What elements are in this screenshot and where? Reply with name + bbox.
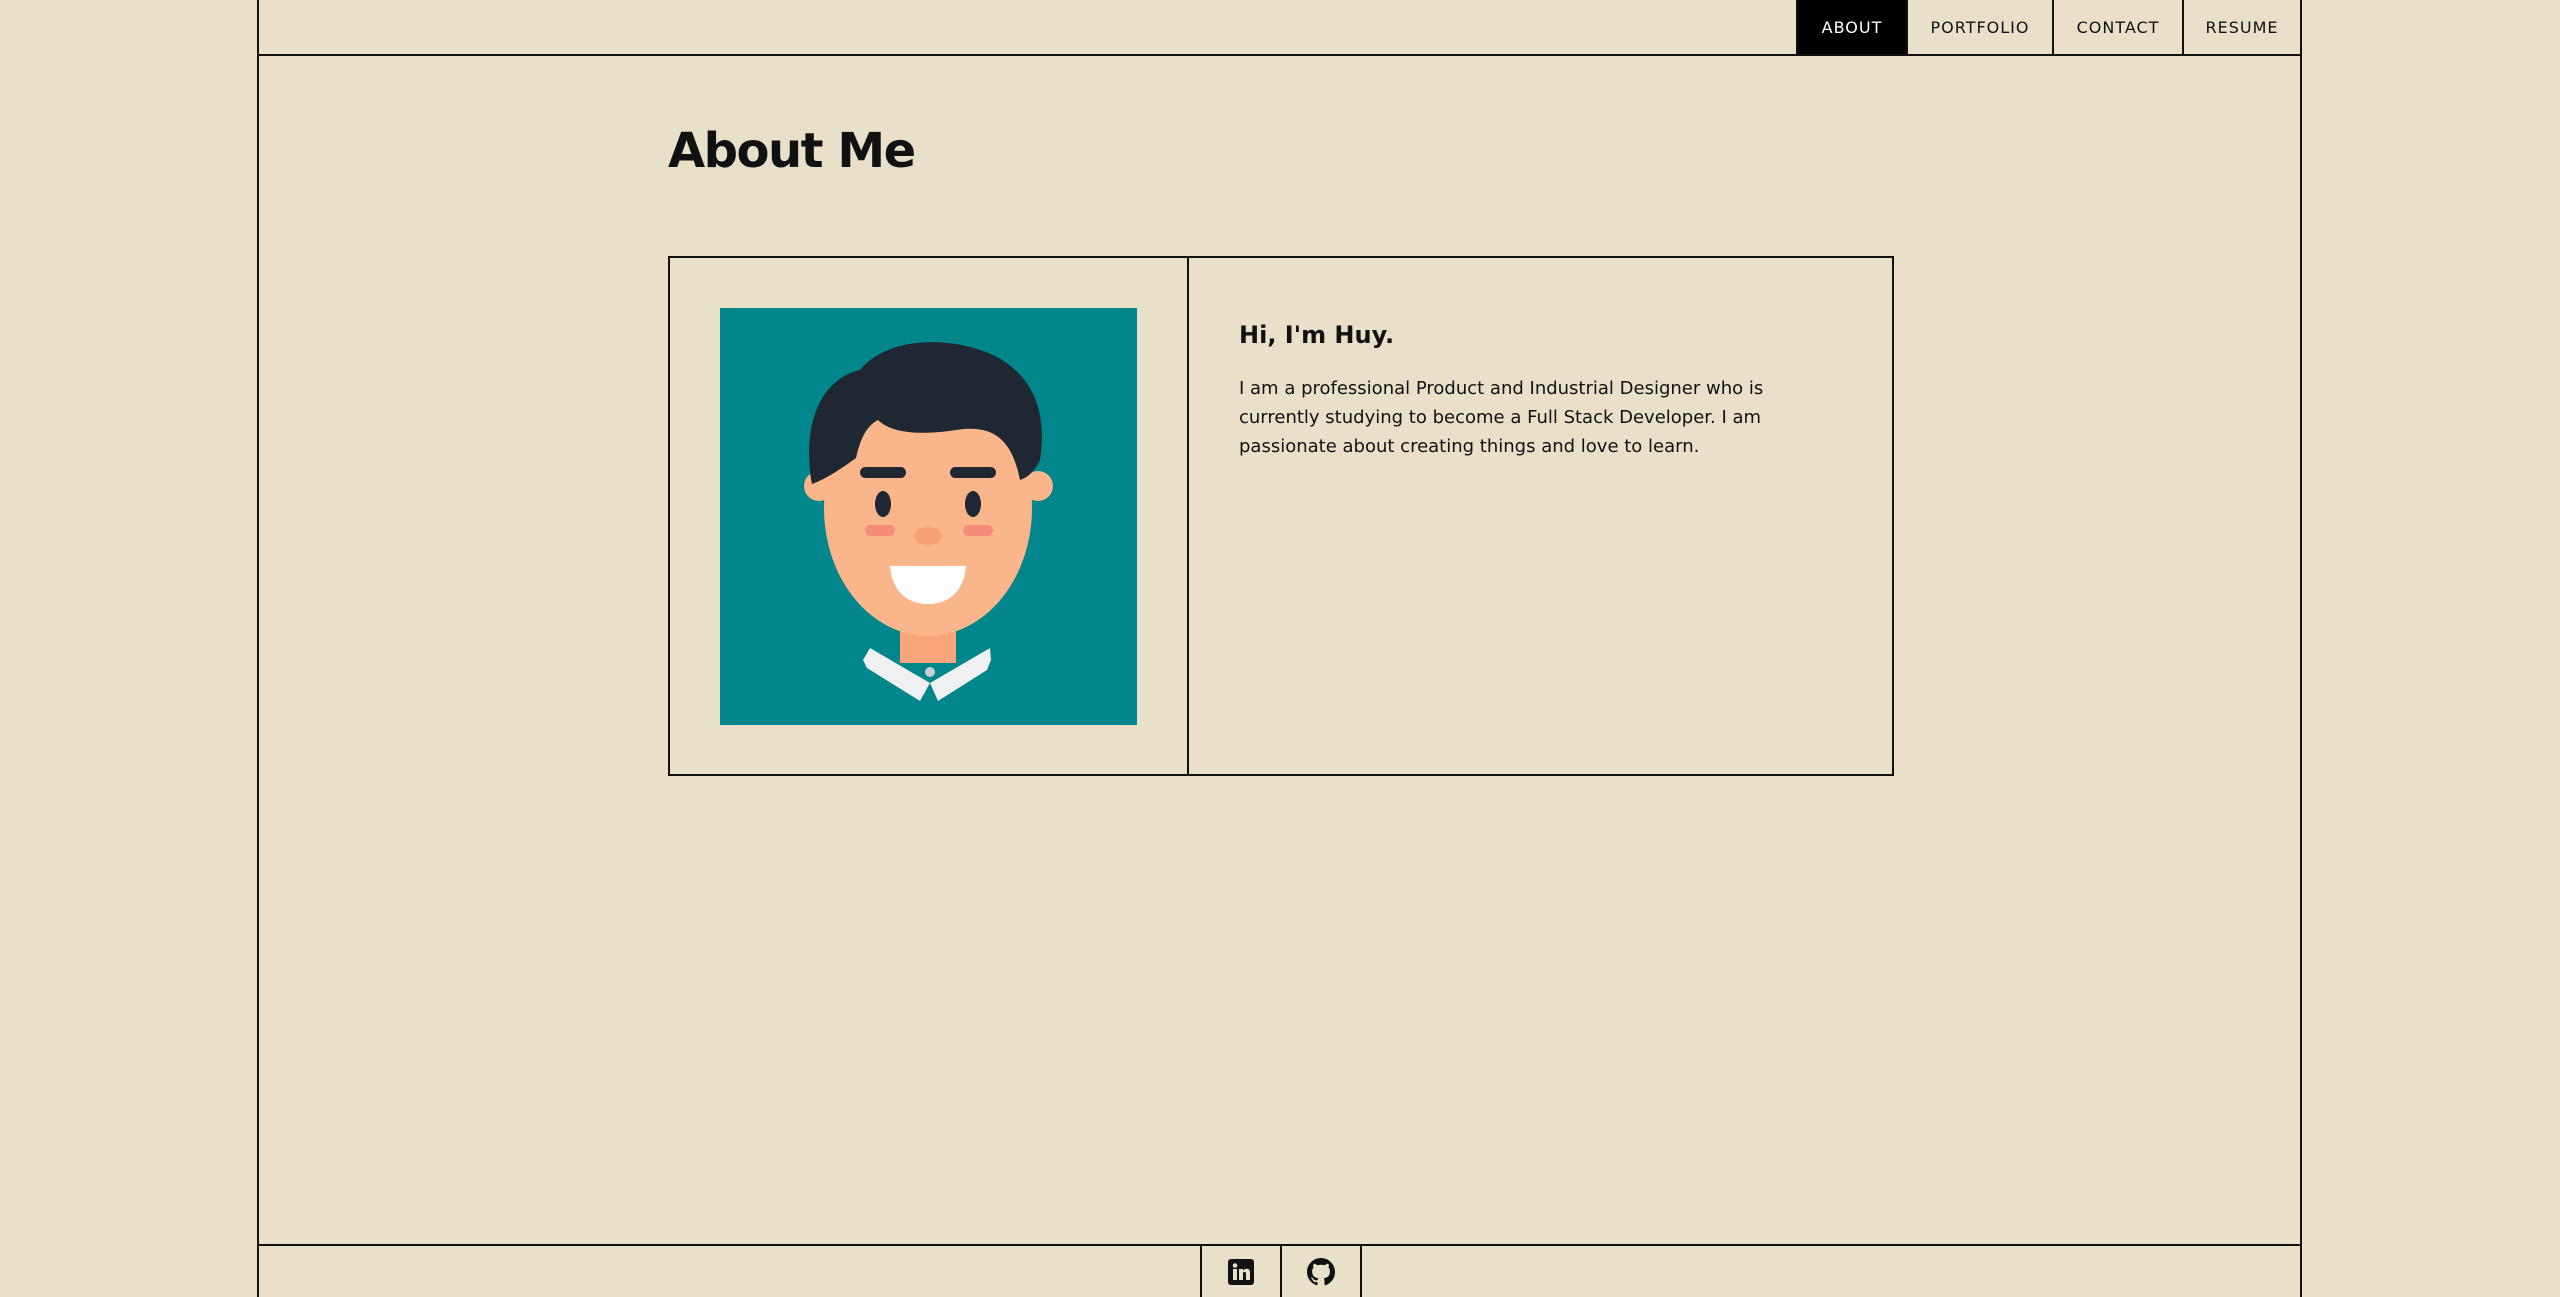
top-bar: ABOUT PORTFOLIO CONTACT RESUME: [259, 0, 2300, 56]
footer: [259, 1244, 2300, 1297]
nav-about[interactable]: ABOUT: [1796, 0, 1906, 54]
greeting-heading: Hi, I'm Huy.: [1239, 321, 1395, 349]
nav-resume[interactable]: RESUME: [2182, 0, 2300, 54]
cartoon-man-avatar-icon: [804, 342, 1053, 701]
intro-panel: Hi, I'm Huy. I am a professional Product…: [1189, 258, 1892, 774]
github-link[interactable]: [1282, 1246, 1362, 1297]
main-nav: ABOUT PORTFOLIO CONTACT RESUME: [1796, 0, 2300, 54]
linkedin-link[interactable]: [1202, 1246, 1282, 1297]
github-icon: [1307, 1257, 1335, 1285]
bio-text: I am a professional Product and Industri…: [1239, 378, 1764, 457]
avatar: [720, 308, 1137, 725]
linkedin-icon: [1228, 1258, 1254, 1285]
social-links: [1200, 1246, 1362, 1297]
nav-contact[interactable]: CONTACT: [2052, 0, 2182, 54]
page-title: About Me: [668, 123, 916, 179]
about-card: Hi, I'm Huy. I am a professional Product…: [668, 256, 1894, 776]
nav-portfolio[interactable]: PORTFOLIO: [1906, 0, 2052, 54]
avatar-panel: [670, 258, 1189, 774]
page-frame: ABOUT PORTFOLIO CONTACT RESUME About Me: [257, 0, 2302, 1297]
